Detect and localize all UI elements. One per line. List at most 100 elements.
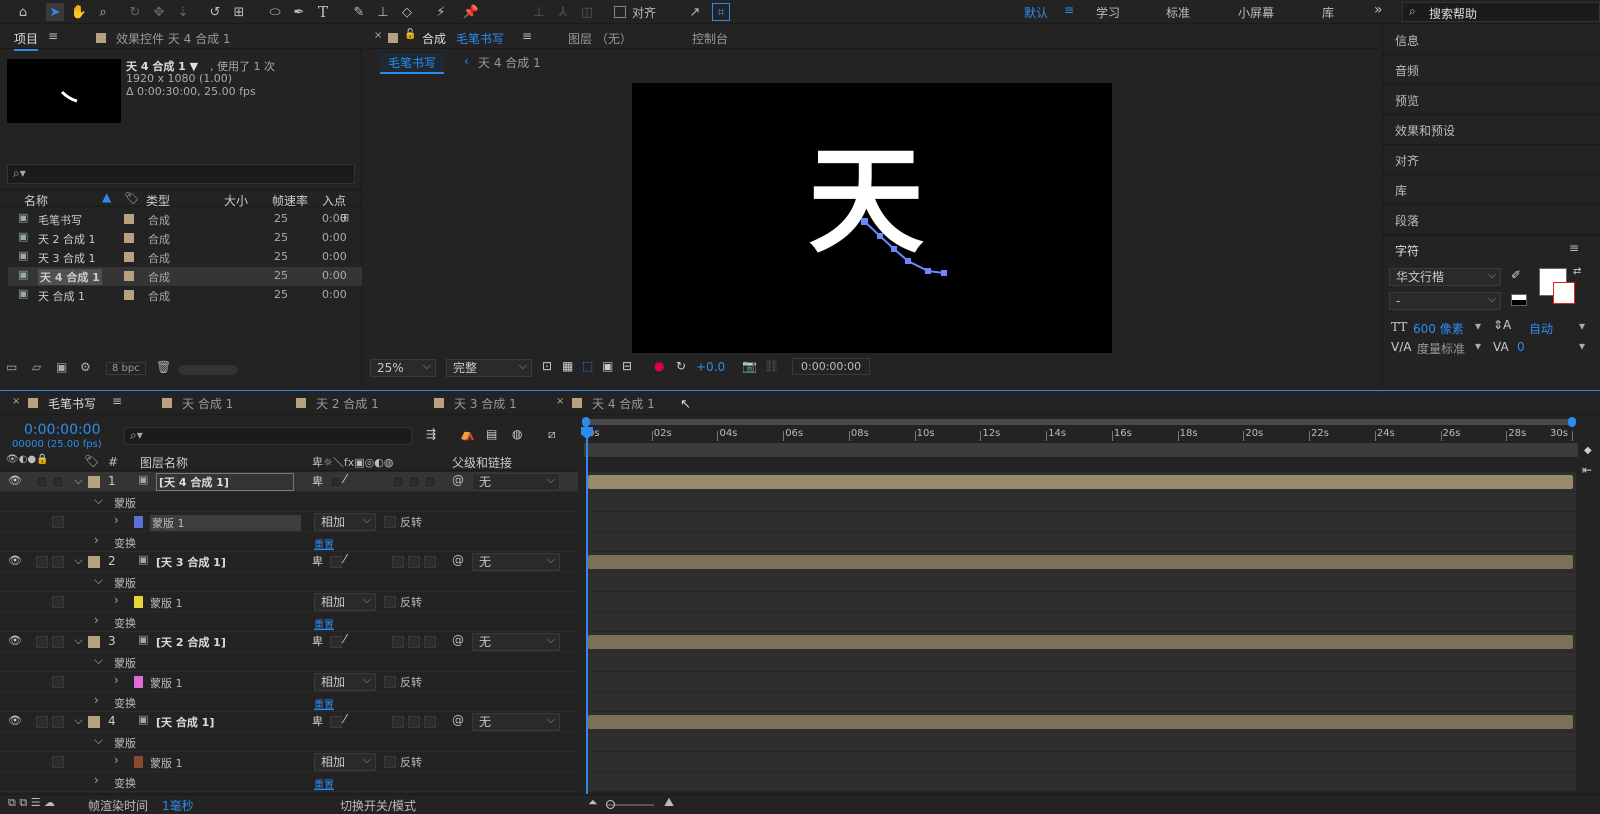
brush-tool-icon[interactable]: ✎ [350, 3, 368, 21]
close-tab-icon[interactable]: × [12, 396, 20, 407]
layer-label-swatch[interactable] [88, 636, 100, 648]
mask-lock-toggle[interactable] [52, 516, 64, 528]
adjust-switch[interactable] [408, 716, 420, 728]
motion-blur-icon[interactable]: ◍ [512, 427, 522, 441]
layer-name[interactable]: [天 4 合成 1] [156, 473, 294, 491]
hand-tool-icon[interactable]: ✋ [70, 3, 88, 21]
col-parent[interactable]: 父级和链接 [452, 454, 512, 471]
parent-dropdown[interactable]: 无 [472, 552, 560, 571]
anchor-tool-icon[interactable]: ⊞ [230, 3, 248, 21]
selection-tool-icon[interactable]: ➤ [46, 3, 64, 21]
adjust-switch[interactable] [408, 556, 420, 568]
3d-switch[interactable] [424, 636, 436, 648]
layer-row[interactable]: 👁 ⌵ 2 ▣ [天 3 合成 1] 卑 ⁄ @ 无 [0, 552, 578, 572]
expand-transform-icon[interactable]: › [94, 533, 99, 547]
kerning-caret-icon[interactable]: ▾ [1475, 339, 1481, 353]
mask-group-row[interactable]: ⌵ 蒙版 [0, 492, 578, 512]
expand-masks-icon[interactable]: ⌵ [94, 493, 103, 508]
col-name[interactable]: 名称 [24, 192, 48, 209]
grid-icon[interactable]: ⊡ [542, 359, 552, 373]
graph-editor-icon[interactable]: ⧄ [548, 427, 556, 442]
expand-mask-icon[interactable]: › [114, 593, 119, 607]
flowchart-icon[interactable]: ⊞ [340, 211, 349, 224]
mask-color-swatch[interactable] [134, 756, 143, 768]
mask-name[interactable]: 蒙版 1 [150, 755, 183, 771]
region-icon[interactable]: ▣ [602, 359, 613, 373]
project-item[interactable]: ▣ 天 4 合成 1 合成 25 0:00 [8, 267, 362, 286]
quality-switch[interactable] [330, 476, 342, 488]
mask-lock-toggle[interactable] [52, 596, 64, 608]
timeline-tab[interactable]: 天 3 合成 1 [454, 395, 517, 412]
tab-layer[interactable]: 图层 （无） [568, 30, 632, 47]
layer-label-swatch[interactable] [88, 476, 100, 488]
axis-world-icon[interactable]: ⅄ [554, 3, 572, 21]
reset-exposure-icon[interactable]: ↻ [676, 359, 686, 373]
panel-menu-icon[interactable]: ≡ [522, 29, 532, 43]
guides-icon[interactable]: ⊟ [622, 359, 632, 373]
quality-switch[interactable] [330, 636, 342, 648]
clone-tool-icon[interactable]: ⊥ [374, 3, 392, 21]
col-layer-name[interactable]: 图层名称 [140, 454, 188, 471]
mask-name[interactable]: 蒙版 1 [150, 515, 301, 531]
font-size-caret-icon[interactable]: ▾ [1475, 319, 1481, 333]
layer-duration-bar[interactable] [588, 715, 1573, 729]
trash-icon[interactable]: 🗑 [156, 360, 171, 374]
label-col-icon[interactable]: 🏷 [124, 191, 139, 205]
solo-toggle[interactable] [52, 476, 64, 488]
timeline-tab[interactable]: 天 合成 1 [182, 395, 233, 412]
label-swatch[interactable] [124, 233, 134, 243]
col-fps[interactable]: 帧速率 [272, 192, 308, 209]
pickwhip-icon[interactable]: @ [452, 473, 464, 487]
help-search-box[interactable]: ⌕ 搜索帮助 [1402, 2, 1600, 22]
axis-local-icon[interactable]: ⊥ [530, 3, 548, 21]
effect-switch[interactable] [392, 636, 404, 648]
project-item[interactable]: ▣ 天 2 合成 1 合成 25 0:00 [8, 229, 362, 248]
transform-row[interactable]: › 变换 重置 [0, 772, 578, 792]
quality-icon[interactable]: ⁄ [344, 552, 346, 566]
project-item[interactable]: ▣ 毛笔书写 合成 25 0:00 [8, 210, 362, 229]
collapse-switch-icon[interactable]: 卑 [312, 553, 323, 569]
align-checkbox[interactable] [614, 6, 626, 18]
font-family-dropdown[interactable]: 华文行楷 [1389, 267, 1501, 286]
interpret-footage-icon[interactable]: ▭ [6, 360, 17, 374]
close-tab-icon[interactable]: × [374, 30, 382, 41]
tab-project[interactable]: 项目 [14, 30, 39, 51]
new-folder-icon[interactable]: ▱ [32, 360, 41, 374]
right-panel-item[interactable]: 段落 [1383, 205, 1600, 235]
timeline-tab[interactable]: 毛笔书写 [48, 395, 96, 412]
label-swatch[interactable] [124, 290, 134, 300]
mask-path[interactable] [632, 83, 1112, 353]
workspace-small-screen[interactable]: 小屏幕 [1238, 4, 1274, 21]
mask-row[interactable]: › 蒙版 1 相加 反转 [0, 592, 578, 612]
layer-row[interactable]: 👁 ⌵ 4 ▣ [天 合成 1] 卑 ⁄ @ 无 [0, 712, 578, 732]
layer-row[interactable]: 👁 ⌵ 3 ▣ [天 2 合成 1] 卑 ⁄ @ 无 [0, 632, 578, 652]
parent-dropdown[interactable]: 无 [472, 712, 560, 731]
mask-mode-dropdown[interactable]: 相加 [314, 752, 376, 771]
expand-masks-icon[interactable]: ⌵ [94, 733, 103, 748]
expand-layer-icon[interactable]: ⌵ [74, 713, 83, 728]
zoom-in-icon[interactable]: ⛰ [664, 795, 674, 810]
transform-reset[interactable]: 重置 [314, 616, 334, 631]
right-panel-item[interactable]: 音频 [1383, 55, 1600, 85]
quality-dropdown[interactable]: 完整 [446, 358, 532, 377]
transform-row[interactable]: › 变换 重置 [0, 532, 578, 552]
audio-toggle[interactable] [36, 476, 48, 488]
solo-toggle[interactable] [52, 716, 64, 728]
quality-switch[interactable] [330, 556, 342, 568]
tracking-caret-icon[interactable]: ▾ [1579, 339, 1585, 353]
layer-name[interactable]: [天 3 合成 1] [156, 554, 226, 570]
viewer-timecode[interactable]: 0:00:00:00 [792, 358, 871, 375]
snapshot-icon[interactable]: 📷 [742, 359, 757, 373]
mask-invert-checkbox[interactable] [384, 516, 396, 528]
mask-color-swatch[interactable] [134, 516, 143, 528]
character-title[interactable]: 字符 [1395, 242, 1419, 259]
leading-value[interactable]: 自动 [1529, 320, 1553, 337]
channel-icon[interactable]: ● [654, 359, 664, 373]
label-swatch[interactable] [124, 271, 134, 281]
type-tool-icon[interactable]: T [314, 3, 332, 21]
mask-group-row[interactable]: ⌵ 蒙版 [0, 732, 578, 752]
footer-toggle-icons[interactable]: ⧉ ⧉ ☰ ☁ [8, 796, 55, 810]
expand-layer-icon[interactable]: ⌵ [74, 553, 83, 568]
panel-menu-icon[interactable]: ≡ [112, 394, 122, 408]
expand-layer-icon[interactable]: ⌵ [74, 473, 83, 488]
